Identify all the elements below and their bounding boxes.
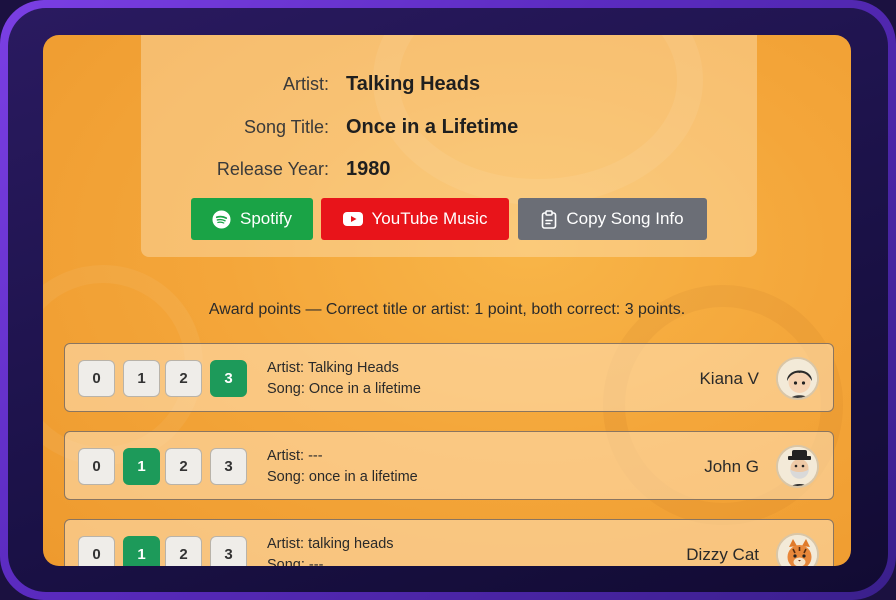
song-guess: Song: Once in a lifetime xyxy=(267,381,421,397)
youtube-music-button[interactable]: YouTube Music xyxy=(321,198,509,240)
spotify-button[interactable]: Spotify xyxy=(191,198,313,240)
song-title-value: Once in a Lifetime xyxy=(346,116,519,138)
song-guess: Song: once in a lifetime xyxy=(267,469,418,485)
release-year-value: 1980 xyxy=(346,158,391,180)
player-row: 0 1 2 3 Artist: Talking Heads Song: Once… xyxy=(64,343,834,412)
spotify-icon xyxy=(212,209,231,229)
anime-boy-avatar xyxy=(776,357,819,400)
player-name: Kiana V xyxy=(699,369,759,388)
artist-label: Artist: xyxy=(282,74,329,94)
youtube-icon xyxy=(342,212,363,226)
score-button-0[interactable]: 0 xyxy=(78,536,115,566)
artist-value: Talking Heads xyxy=(346,73,481,95)
player-guess: Artist: --- Song: once in a lifetime xyxy=(267,446,418,488)
score-button-2[interactable]: 2 xyxy=(165,536,202,566)
score-button-3[interactable]: 3 xyxy=(210,360,247,397)
song-guess: Song: --- xyxy=(267,557,324,566)
device-bezel: Artist: Talking Heads Song Title: Once i… xyxy=(8,8,888,592)
artist-guess: Artist: talking heads xyxy=(267,536,394,552)
score-button-2[interactable]: 2 xyxy=(165,448,202,485)
score-button-3[interactable]: 3 xyxy=(210,536,247,566)
song-title-label: Song Title: xyxy=(243,117,329,137)
bearded-man-avatar xyxy=(776,445,819,488)
score-button-0[interactable]: 0 xyxy=(78,360,115,397)
artist-guess: Artist: Talking Heads xyxy=(267,360,399,376)
player-row: 0 1 2 3 Artist: talking heads Song: --- … xyxy=(64,519,834,566)
song-title-row: Song Title: Once in a Lifetime xyxy=(141,112,757,142)
player-guess: Artist: talking heads Song: --- xyxy=(267,534,394,566)
score-button-1[interactable]: 1 xyxy=(123,448,160,485)
player-guess: Artist: Talking Heads Song: Once in a li… xyxy=(267,358,421,400)
tiger-cat-avatar xyxy=(776,533,819,566)
spotify-label: Spotify xyxy=(240,209,292,228)
device-frame: Artist: Talking Heads Song Title: Once i… xyxy=(0,0,896,600)
game-screen: Artist: Talking Heads Song Title: Once i… xyxy=(43,35,851,566)
player-row: 0 1 2 3 Artist: --- Song: once in a life… xyxy=(64,431,834,500)
score-button-3[interactable]: 3 xyxy=(210,448,247,485)
score-button-1[interactable]: 1 xyxy=(123,360,160,397)
clipboard-icon xyxy=(541,209,557,229)
song-info-card: Artist: Talking Heads Song Title: Once i… xyxy=(141,35,757,257)
score-button-0[interactable]: 0 xyxy=(78,448,115,485)
artist-row: Artist: Talking Heads xyxy=(141,69,757,99)
release-year-label: Release Year: xyxy=(216,159,329,179)
release-year-row: Release Year: 1980 xyxy=(141,154,757,184)
player-name: John G xyxy=(704,457,759,476)
copy-song-info-button[interactable]: Copy Song Info xyxy=(518,198,707,240)
player-name: Dizzy Cat xyxy=(686,545,759,564)
youtube-music-label: YouTube Music xyxy=(371,209,488,228)
artist-guess: Artist: --- xyxy=(267,448,323,464)
copy-song-info-label: Copy Song Info xyxy=(566,209,684,228)
award-instructions: Award points — Correct title or artist: … xyxy=(208,301,686,318)
score-button-1[interactable]: 1 xyxy=(123,536,160,566)
score-button-2[interactable]: 2 xyxy=(165,360,202,397)
